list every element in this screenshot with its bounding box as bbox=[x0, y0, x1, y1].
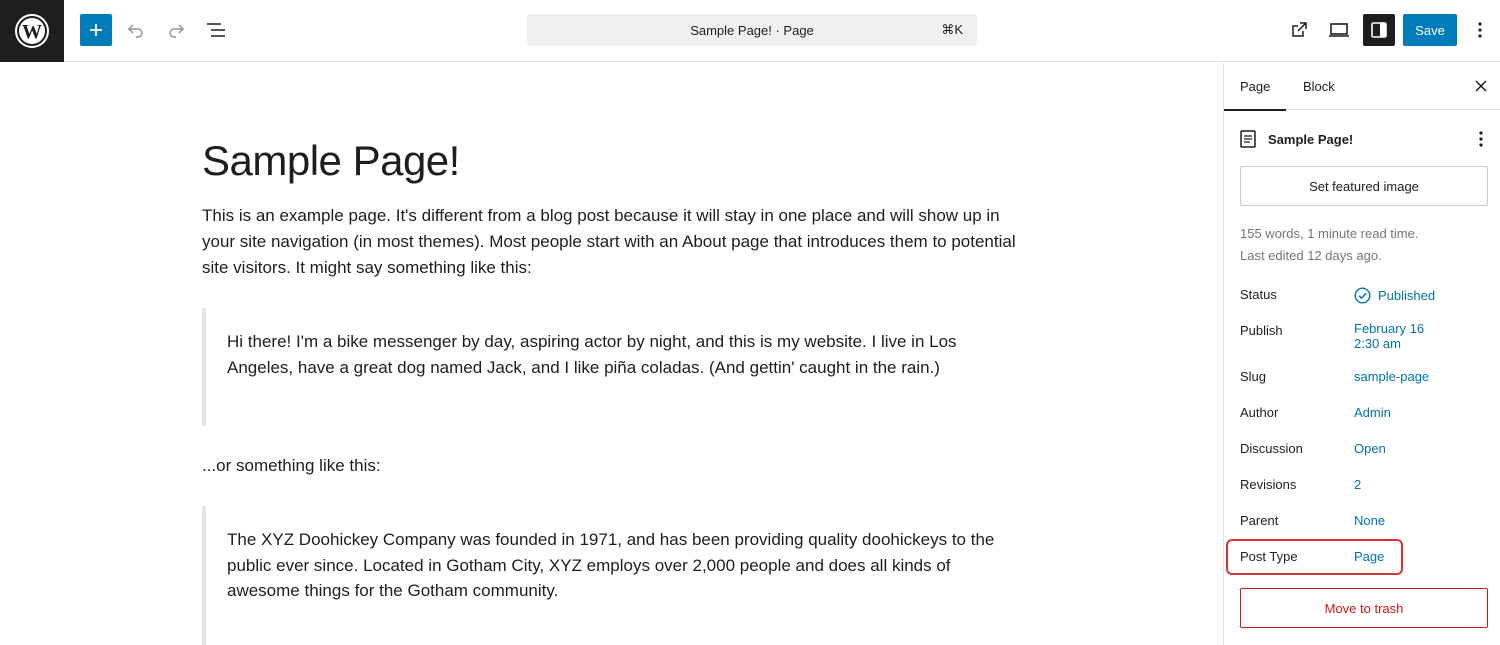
revisions-row: Revisions 2 bbox=[1240, 477, 1488, 501]
undo-button[interactable] bbox=[120, 14, 152, 46]
status-value[interactable]: Published bbox=[1354, 287, 1435, 304]
publish-time: 2:30 am bbox=[1354, 336, 1401, 351]
document-overview-button[interactable] bbox=[200, 14, 232, 46]
kebab-menu-icon bbox=[1478, 22, 1482, 38]
quote-block[interactable]: Hi there! I'm a bike messenger by day, a… bbox=[202, 308, 1022, 426]
author-value[interactable]: Admin bbox=[1354, 405, 1391, 420]
redo-icon bbox=[169, 24, 185, 38]
publish-date: February 16 bbox=[1354, 321, 1425, 336]
settings-sidebar: Page Block Sample Page! Set featured ima… bbox=[1223, 63, 1500, 645]
command-palette-bar[interactable]: Sample Page! · Page ⌘K bbox=[527, 14, 977, 46]
editor-canvas: Sample Page! This is an example page. It… bbox=[0, 63, 1223, 645]
document-actions-button[interactable] bbox=[1478, 129, 1484, 154]
word-count-text: 155 words, 1 minute read time. bbox=[1240, 226, 1419, 241]
slug-label: Slug bbox=[1240, 369, 1267, 384]
author-row: Author Admin bbox=[1240, 405, 1488, 429]
middle-paragraph[interactable]: ...or something like this: bbox=[202, 453, 1022, 479]
published-check-icon bbox=[1354, 287, 1371, 304]
kebab-menu-icon bbox=[1479, 131, 1483, 147]
discussion-label: Discussion bbox=[1240, 441, 1303, 456]
quote-block[interactable]: The XYZ Doohickey Company was founded in… bbox=[202, 506, 1022, 645]
page-title[interactable]: Sample Page! bbox=[202, 137, 460, 185]
close-sidebar-button[interactable] bbox=[1471, 76, 1491, 96]
wordpress-logo-icon[interactable]: W bbox=[0, 0, 64, 62]
revisions-label: Revisions bbox=[1240, 477, 1297, 492]
redo-button[interactable] bbox=[160, 14, 192, 46]
post-type-label: Post Type bbox=[1240, 549, 1298, 564]
preview-button[interactable] bbox=[1323, 14, 1355, 46]
quote-text: The XYZ Doohickey Company was founded in… bbox=[227, 530, 995, 600]
page-icon bbox=[1240, 130, 1256, 148]
tab-block[interactable]: Block bbox=[1303, 63, 1335, 110]
discussion-row: Discussion Open bbox=[1240, 441, 1488, 465]
parent-label: Parent bbox=[1240, 513, 1279, 528]
post-type-value[interactable]: Page bbox=[1354, 549, 1384, 564]
document-title: Sample Page! bbox=[1268, 131, 1354, 147]
document-summary: Sample Page! bbox=[1240, 127, 1490, 151]
publish-date-value[interactable]: February 16 2:30 am bbox=[1354, 321, 1424, 351]
parent-value[interactable]: None bbox=[1354, 513, 1385, 528]
last-edited-text: Last edited 12 days ago. bbox=[1240, 248, 1382, 263]
settings-sidebar-toggle[interactable] bbox=[1363, 14, 1395, 46]
close-icon bbox=[1475, 80, 1487, 92]
status-row: Status Published bbox=[1240, 287, 1488, 311]
external-link-icon bbox=[1292, 22, 1307, 37]
author-label: Author bbox=[1240, 405, 1279, 420]
parent-row: Parent None bbox=[1240, 513, 1488, 537]
shortcut-hint: ⌘K bbox=[941, 22, 963, 37]
publish-row: Publish February 16 2:30 am bbox=[1240, 321, 1488, 357]
set-featured-image-button[interactable]: Set featured image bbox=[1240, 166, 1488, 206]
view-page-button[interactable] bbox=[1283, 14, 1315, 46]
sidebar-tabs: Page Block bbox=[1223, 63, 1500, 111]
publish-label: Publish bbox=[1240, 323, 1283, 338]
svg-text:W: W bbox=[22, 21, 42, 43]
add-block-button[interactable] bbox=[80, 14, 112, 46]
post-type-row: Post Type Page bbox=[1240, 549, 1488, 573]
intro-paragraph[interactable]: This is an example page. It's different … bbox=[202, 203, 1022, 281]
tab-page[interactable]: Page bbox=[1223, 63, 1287, 111]
discussion-value[interactable]: Open bbox=[1354, 441, 1386, 456]
slug-value[interactable]: sample-page bbox=[1354, 369, 1429, 384]
top-toolbar: W Sample Page! · Page ⌘K Save bbox=[0, 0, 1500, 62]
list-view-icon bbox=[207, 23, 225, 37]
save-button[interactable]: Save bbox=[1403, 14, 1457, 46]
document-title-label: Sample Page! · Page bbox=[690, 22, 814, 38]
undo-icon bbox=[127, 24, 143, 38]
options-menu-button[interactable] bbox=[1464, 14, 1496, 46]
slug-row: Slug sample-page bbox=[1240, 369, 1488, 393]
status-text: Published bbox=[1378, 288, 1436, 303]
desktop-icon bbox=[1329, 23, 1349, 37]
plus-icon bbox=[90, 24, 102, 36]
revisions-value[interactable]: 2 bbox=[1354, 477, 1361, 492]
status-label: Status bbox=[1240, 287, 1277, 302]
sidebar-icon bbox=[1371, 22, 1387, 38]
move-to-trash-button[interactable]: Move to trash bbox=[1240, 588, 1488, 628]
quote-text: Hi there! I'm a bike messenger by day, a… bbox=[227, 332, 957, 377]
document-meta: 155 words, 1 minute read time. Last edit… bbox=[1240, 223, 1418, 267]
